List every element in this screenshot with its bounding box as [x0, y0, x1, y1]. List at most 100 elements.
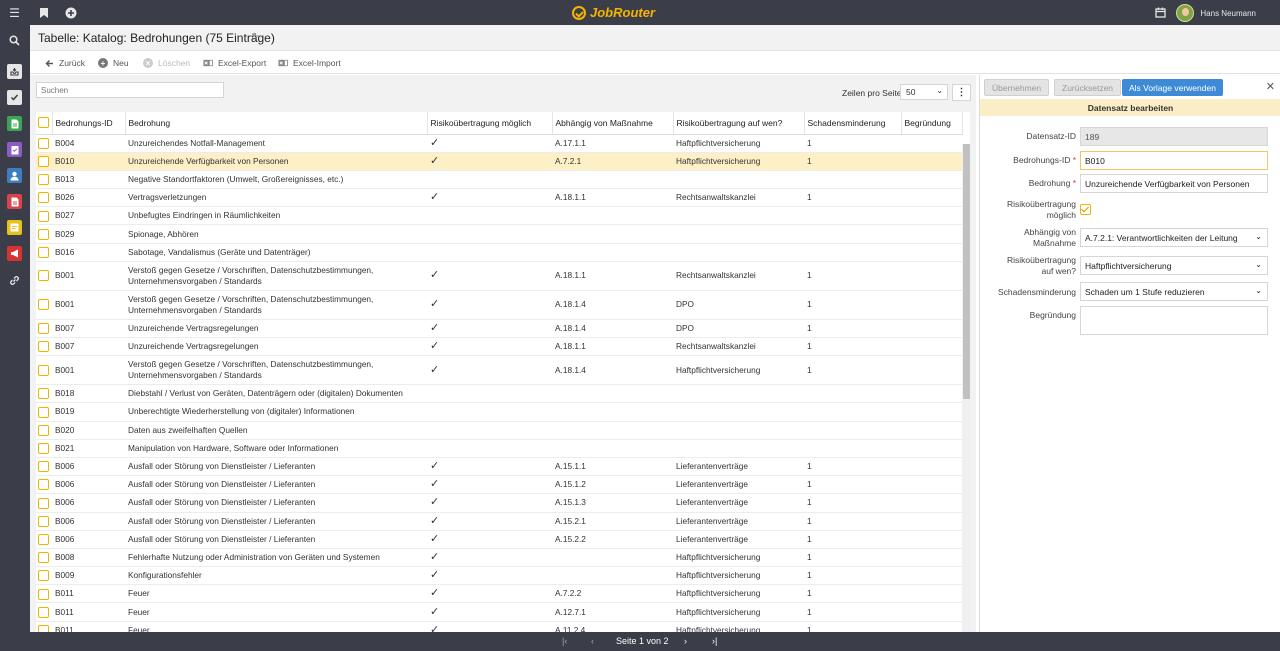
inbox-icon[interactable] — [7, 64, 22, 79]
table-row[interactable]: B020 Daten aus zweifelhaften Quellen — [36, 421, 962, 440]
row-checkbox[interactable] — [38, 624, 49, 632]
last-page-icon[interactable]: ›| — [712, 636, 717, 646]
table-row[interactable]: B011 Feuer ✓ A.11.2.4 Haftpflichtversicherun… — [36, 621, 962, 632]
more-options-icon[interactable]: ⋮ — [952, 84, 971, 101]
row-checkbox[interactable] — [38, 406, 49, 418]
row-checkbox[interactable] — [38, 606, 49, 618]
use-as-template-button[interactable]: Als Vorlage verwenden — [1122, 79, 1223, 96]
column-header-measure[interactable]: Abhängig von Maßnahme — [552, 112, 674, 135]
table-row[interactable]: B019 Unberechtigte Wiederherstellung von … — [36, 402, 962, 422]
row-checkbox[interactable] — [38, 228, 49, 240]
hamburger-menu-icon[interactable]: ☰ — [7, 5, 22, 20]
excel-import-button[interactable]: Excel-Import — [278, 57, 341, 69]
row-checkbox[interactable] — [38, 443, 49, 454]
row-checkbox[interactable] — [38, 192, 49, 204]
table-row[interactable]: B016 Sabotage, Vandalismus (Geräte und Da… — [36, 243, 962, 262]
column-header-id[interactable]: Bedrohungs-ID — [52, 112, 126, 135]
table-row[interactable]: B026 Vertragsverletzungen ✓ A.18.1.1 Rechtsa… — [36, 188, 962, 208]
column-header-who[interactable]: Risikoübertragung auf wen? — [673, 112, 805, 135]
vertical-scrollbar[interactable] — [962, 144, 971, 632]
user-blue-icon[interactable] — [7, 168, 22, 183]
depends-on-measure-select[interactable]: A.7.2.1: Verantwortlichkeiten der Leitun… — [1080, 228, 1268, 247]
row-checkbox[interactable] — [38, 552, 49, 564]
damage-reduction-select[interactable]: Schaden um 1 Stufe reduzieren ⌄ — [1080, 282, 1268, 301]
table-row[interactable]: B029 Spionage, Abhören — [36, 224, 962, 244]
table-row[interactable]: B021 Manipulation von Hardware, Software … — [36, 439, 962, 458]
table-row[interactable]: B001 Verstoß gegen Gesetze / Vorschriften… — [36, 290, 962, 320]
row-checkbox[interactable] — [38, 461, 49, 473]
table-row[interactable]: B009 Konfigurationsfehler ✓ Haftpflichtvers… — [36, 566, 962, 586]
table-row[interactable]: B011 Feuer ✓ A.7.2.2 Haftpflichtversicherung… — [36, 584, 962, 604]
megaphone-red-icon[interactable] — [7, 246, 22, 261]
search-input[interactable] — [36, 82, 224, 98]
table-row[interactable]: B006 Ausfall oder Störung von Dienstleist… — [36, 530, 962, 549]
clipboard-purple-icon[interactable] — [7, 142, 22, 157]
search-icon[interactable] — [7, 33, 22, 48]
row-checkbox[interactable] — [38, 364, 49, 376]
reason-textarea[interactable] — [1080, 306, 1268, 335]
table-row[interactable]: B006 Ausfall oder Störung von Dienstleist… — [36, 457, 962, 477]
row-checkbox[interactable] — [38, 341, 49, 353]
reset-button[interactable]: Zurücksetzen — [1054, 79, 1122, 96]
new-button[interactable]: + Neu — [98, 57, 129, 69]
column-header-threat[interactable]: Bedrohung — [125, 112, 428, 135]
scrollbar-thumb[interactable] — [963, 144, 970, 399]
table-row[interactable]: B008 Fehlerhafte Nutzung oder Administrat… — [36, 548, 962, 568]
row-checkbox[interactable] — [38, 424, 49, 436]
table-row[interactable]: B027 Unbefugtes Eindringen in Räumlichkei… — [36, 206, 962, 226]
row-checkbox[interactable] — [38, 497, 49, 509]
first-page-icon[interactable]: |‹ — [562, 636, 567, 646]
table-row[interactable]: B001 Verstoß gegen Gesetze / Vorschriften… — [36, 261, 962, 291]
row-checkbox[interactable] — [38, 323, 49, 335]
next-page-icon[interactable]: › — [684, 636, 687, 646]
calendar-icon[interactable] — [1153, 5, 1168, 20]
select-all-checkbox[interactable] — [38, 117, 49, 129]
table-row[interactable]: B006 Ausfall oder Störung von Dienstleist… — [36, 493, 962, 513]
row-checkbox[interactable] — [38, 588, 49, 600]
prev-page-icon[interactable]: ‹ — [591, 636, 594, 646]
table-row[interactable]: B001 Verstoß gegen Gesetze / Vorschriften… — [36, 355, 962, 386]
back-button[interactable]: Zurück — [44, 57, 85, 69]
transfer-to-whom-select[interactable]: Haftpflichtversicherung ⌄ — [1080, 256, 1268, 275]
checklist-icon[interactable] — [7, 90, 22, 105]
excel-export-button[interactable]: Excel-Export — [203, 57, 266, 69]
add-circle-icon[interactable] — [63, 5, 78, 20]
document-green-icon[interactable] — [7, 116, 22, 131]
table-row[interactable]: B011 Feuer ✓ A.12.7.1 Haftpflichtversicherun… — [36, 602, 962, 622]
row-checkbox[interactable] — [38, 174, 49, 186]
row-checkbox[interactable] — [38, 515, 49, 527]
row-checkbox[interactable] — [38, 137, 49, 149]
user-menu[interactable]: Hans Neumann — [1176, 4, 1256, 22]
table-row[interactable]: B007 Unzureichende Vertragsregelungen ✓ A.1… — [36, 319, 962, 339]
row-checkbox[interactable] — [38, 155, 49, 167]
row-checkbox[interactable] — [38, 210, 49, 222]
table-row[interactable]: B013 Negative Standortfaktoren (Umwelt, G… — [36, 170, 962, 190]
rows-per-page-select[interactable]: 50 ⌄ — [900, 84, 948, 100]
column-header-transfer[interactable]: Risikoübertragung möglich — [427, 112, 553, 135]
table-row[interactable]: B018 Diebstahl / Verlust von Geräten, Dat… — [36, 384, 962, 404]
select-all-checkbox-cell[interactable] — [36, 112, 53, 135]
close-icon[interactable]: ✕ — [1266, 80, 1275, 93]
document-red-icon[interactable] — [7, 194, 22, 209]
table-row[interactable]: B006 Ausfall oder Störung von Dienstleist… — [36, 475, 962, 495]
row-checkbox[interactable] — [38, 270, 49, 282]
row-checkbox[interactable] — [38, 570, 49, 582]
threat-field[interactable]: Unzureichende Verfügbarkeit von Personen — [1080, 174, 1268, 193]
bookmark-icon[interactable] — [36, 5, 51, 20]
row-checkbox[interactable] — [38, 388, 49, 400]
table-row[interactable]: B004 Unzureichendes Notfall-Management ✓ A.… — [36, 134, 962, 153]
row-checkbox[interactable] — [38, 533, 49, 545]
transfer-possible-checkbox[interactable] — [1080, 204, 1091, 215]
threat-id-field[interactable]: B010 — [1080, 151, 1268, 170]
table-row[interactable]: B007 Unzureichende Vertragsregelungen ✓ A.1… — [36, 337, 962, 357]
note-yellow-icon[interactable] — [7, 220, 22, 235]
row-checkbox[interactable] — [38, 299, 49, 311]
table-row[interactable]: B006 Ausfall oder Störung von Dienstleist… — [36, 512, 962, 531]
column-header-reduction[interactable]: Schadensminderung — [804, 112, 902, 135]
row-checkbox[interactable] — [38, 246, 49, 258]
delete-button[interactable]: × Löschen — [143, 57, 190, 69]
table-row[interactable]: B010 Unzureichende Verfügbarkeit von Pers… — [36, 152, 962, 171]
apply-button[interactable]: Übernehmen — [984, 79, 1050, 96]
row-checkbox[interactable] — [38, 479, 49, 491]
link-icon[interactable] — [7, 273, 22, 288]
